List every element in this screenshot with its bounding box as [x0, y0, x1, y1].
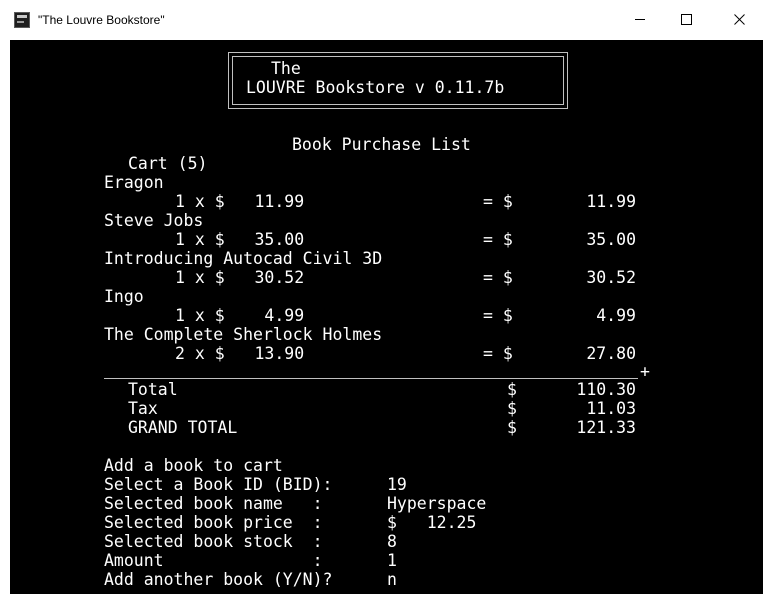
- tax-label: Tax: [128, 399, 158, 418]
- book-name-label: Selected book name :: [104, 494, 323, 513]
- minimize-icon: [635, 19, 645, 20]
- title-bar[interactable]: "The Louvre Bookstore": [0, 0, 763, 40]
- book-stock-label: Selected book stock :: [104, 532, 323, 551]
- header-line-1: The: [271, 59, 301, 78]
- console-output[interactable]: The LOUVRE Bookstore v 0.11.7b Book Purc…: [10, 40, 763, 594]
- cart-count: Cart (5): [128, 154, 208, 173]
- console-window: "The Louvre Bookstore" The LOUVRE Bookst…: [0, 0, 763, 594]
- cart-item-eq: = $: [483, 344, 513, 363]
- prompt-title: Add a book to cart: [104, 456, 283, 475]
- cart-item-qty-price: 1 x $ 35.00: [175, 230, 305, 249]
- book-price-value: $ 12.25: [387, 513, 477, 532]
- separator-corner: +: [640, 362, 650, 381]
- cart-item-total: 4.99: [596, 306, 636, 325]
- maximize-icon: [681, 14, 692, 25]
- tax-currency: $: [507, 399, 517, 418]
- cart-item-total: 27.80: [586, 344, 636, 363]
- window-title: "The Louvre Bookstore": [38, 13, 165, 27]
- cart-item-qty-price: 2 x $ 13.90: [175, 344, 305, 363]
- add-another-input-value[interactable]: n: [387, 570, 397, 589]
- total-value: 110.30: [576, 380, 636, 399]
- grand-total-currency: $: [507, 418, 517, 437]
- app-icon-line: [17, 21, 24, 23]
- cart-item-eq: = $: [483, 268, 513, 287]
- total-currency: $: [507, 380, 517, 399]
- purchase-list-heading: Book Purchase List: [292, 135, 471, 154]
- close-button[interactable]: [716, 0, 762, 40]
- cart-item-title: Introducing Autocad Civil 3D: [104, 249, 383, 268]
- book-price-label: Selected book price :: [104, 513, 323, 532]
- cart-item-title: Steve Jobs: [104, 211, 204, 230]
- tax-value: 11.03: [586, 399, 636, 418]
- maximize-button[interactable]: [663, 0, 709, 40]
- add-another-prompt: Add another book (Y/N)?: [104, 570, 333, 589]
- minimize-button[interactable]: [617, 0, 663, 40]
- cart-item-total: 35.00: [586, 230, 636, 249]
- cart-item-title: Eragon: [104, 173, 164, 192]
- book-stock-value: 8: [387, 532, 397, 551]
- amount-input-value[interactable]: 1: [387, 551, 397, 570]
- grand-total-label: GRAND TOTAL: [128, 418, 238, 437]
- cart-item-qty-price: 1 x $ 30.52: [175, 268, 305, 287]
- console-app-icon[interactable]: [14, 12, 30, 28]
- cart-item-total: 11.99: [586, 192, 636, 211]
- cart-item-eq: = $: [483, 306, 513, 325]
- totals-separator-line: [104, 378, 638, 379]
- book-name-value: Hyperspace: [387, 494, 487, 513]
- cart-item-total: 30.52: [586, 268, 636, 287]
- cart-item-qty-price: 1 x $ 11.99: [175, 192, 305, 211]
- cart-item-eq: = $: [483, 230, 513, 249]
- header-line-2: LOUVRE Bookstore v 0.11.7b: [246, 78, 505, 97]
- close-icon: [734, 14, 745, 25]
- cart-item-eq: = $: [483, 192, 513, 211]
- total-label: Total: [128, 380, 178, 399]
- bid-prompt-label: Select a Book ID (BID):: [104, 475, 333, 494]
- app-icon-bar: [17, 15, 27, 18]
- cart-item-title: The Complete Sherlock Holmes: [104, 325, 383, 344]
- cart-item-qty-price: 1 x $ 4.99: [175, 306, 305, 325]
- cart-item-title: Ingo: [104, 287, 144, 306]
- amount-label: Amount :: [104, 551, 323, 570]
- grand-total-value: 121.33: [576, 418, 636, 437]
- bid-input-value[interactable]: 19: [387, 475, 407, 494]
